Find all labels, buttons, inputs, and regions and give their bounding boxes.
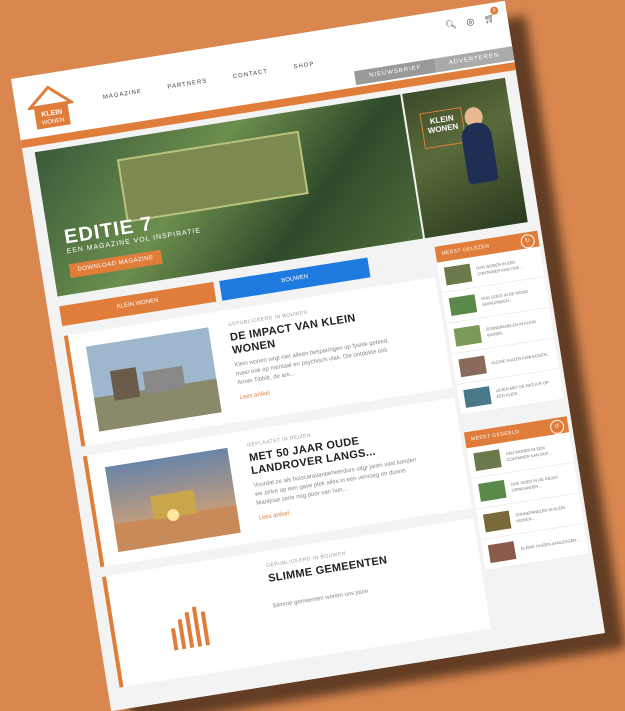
- thumbnail: [443, 263, 473, 286]
- nav-item-contact[interactable]: CONTACT: [232, 69, 268, 80]
- nav-item-partners[interactable]: PARTNERS: [167, 78, 208, 90]
- header-icons: 🔍︎ ◎ 🛒︎: [444, 13, 496, 32]
- list-item-title: KLEINE HUIZEN AANLEGGEN...: [490, 351, 551, 366]
- thumbnail: [473, 449, 502, 472]
- list-item-title: DAN WONEN IN EEN CONTAINER KAN OOK...: [505, 445, 553, 463]
- thumbnail: [482, 510, 512, 533]
- thumbnail: [463, 386, 492, 408]
- thumbnail: [478, 479, 507, 502]
- article-image: [104, 447, 241, 553]
- article-image: [123, 568, 260, 673]
- site-logo[interactable]: KLEIN WONEN: [25, 82, 78, 135]
- share-icon[interactable]: ↺: [549, 418, 566, 435]
- main-nav: MAGAZINE PARTNERS CONTACT SHOP: [103, 61, 315, 100]
- search-icon[interactable]: 🔍︎: [444, 19, 457, 32]
- thumbnail: [453, 324, 483, 347]
- nav-item-magazine[interactable]: MAGAZINE: [103, 89, 143, 101]
- hero-image-bus: [116, 130, 309, 223]
- list-item-title: ZONNEPANELEN IN KLEIN WONEN...: [515, 504, 566, 524]
- website-page: KLEIN WONEN MAGAZINE PARTNERS CONTACT SH…: [11, 0, 605, 711]
- person-figure: [459, 120, 499, 185]
- read-more-link[interactable]: Lees artikel: [239, 390, 270, 401]
- list-item-title: KLEINE HUIZEN AANLEGGEN...: [520, 536, 580, 552]
- cart-count-badge: 0: [489, 6, 499, 16]
- thumbnail: [487, 541, 517, 563]
- sidebar-heading-text: MEEST GELEZEN: [441, 243, 490, 257]
- read-more-link[interactable]: Lees artikel: [258, 511, 289, 522]
- list-item-title: DAN WONEN IN EEN CONTAINER KAN OOK...: [475, 259, 524, 277]
- refresh-icon[interactable]: ↻: [519, 233, 536, 250]
- hero-side-image[interactable]: KLEIN WONEN: [402, 77, 528, 239]
- list-item-title: ZONNEPANELEN IN KLEIN WONEN...: [485, 319, 536, 338]
- list-item-title: OOK GOED IN DE REGIO GRINGANDEN...: [510, 474, 558, 493]
- list-item-title: OOK GOED IN DE REGIO GRINGANDEN...: [480, 288, 529, 308]
- list-item-title: LEVEN MET DE NATUUR OP EEN KLEIN...: [495, 379, 550, 399]
- thumbnail: [458, 355, 487, 378]
- globe-icon[interactable]: ◎: [466, 16, 475, 28]
- download-magazine-button[interactable]: DOWNLOAD MAGAZINE: [68, 249, 163, 279]
- sidebar-most-read: MEEST GELEZEN ↻ DAN WONEN IN EEN CONTAIN…: [434, 230, 564, 416]
- sidebar-most-shared: MEEST GEDEELD ↺ DAN WONEN IN EEN CONTAIN…: [463, 416, 589, 571]
- sidebar-heading-text: MEEST GEDEELD: [470, 428, 520, 443]
- hero-side-logo: KLEIN WONEN: [419, 107, 467, 150]
- thumbnail: [448, 294, 478, 317]
- nav-item-shop[interactable]: SHOP: [293, 61, 315, 70]
- article-image: [85, 327, 222, 432]
